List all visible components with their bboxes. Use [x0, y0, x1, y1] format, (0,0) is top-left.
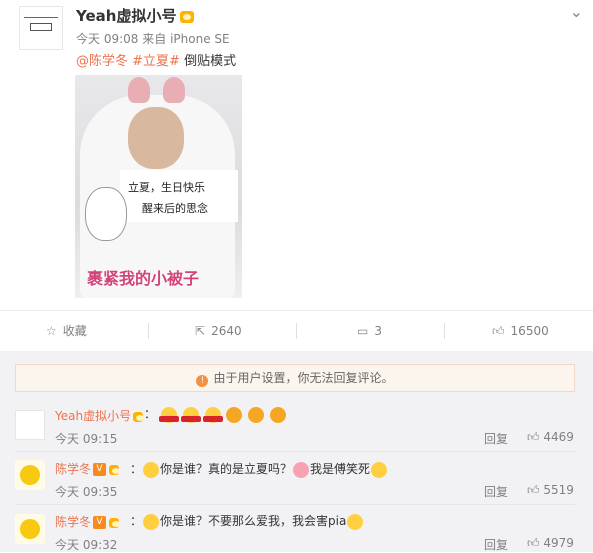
image-ear-left: [128, 77, 150, 103]
reply-button[interactable]: 回复: [484, 483, 508, 500]
divider: [296, 323, 297, 339]
post-image[interactable]: 立夏，生日快乐 醒来后的思念 裹紧我的小被子: [75, 75, 242, 298]
thumbs-up-icon: 👍︎: [527, 536, 540, 550]
image-caption-line1: 立夏，生日快乐: [128, 181, 205, 194]
vip-badge-icon: [109, 464, 121, 475]
username-text: Yeah虚拟小号: [76, 7, 177, 25]
comment-author[interactable]: 陈学冬 V: [55, 513, 121, 530]
source-prefix: 来自: [142, 32, 167, 46]
vip-badge-icon: [133, 411, 145, 422]
comment-avatar[interactable]: [15, 460, 45, 490]
comment-body-2: 我是傅笑死: [310, 462, 371, 476]
comment-time: 今天 09:15: [55, 432, 118, 446]
comment-text: ： 你是谁？真的是立夏吗？ 我是傅笑死: [130, 460, 388, 478]
verified-badge-icon: V: [93, 463, 107, 476]
post-body: 倒贴模式: [184, 54, 237, 69]
comment-like-button[interactable]: 👍︎ 5519: [527, 483, 574, 498]
comment-time: 今天 09:32: [55, 538, 118, 552]
action-bar: ☆ 收藏 ⇱ 2640 ▭ 3 👍︎ 16500: [0, 310, 593, 352]
comment-avatar[interactable]: [15, 410, 45, 440]
image-ear-right: [163, 77, 185, 103]
comment-like-count: 5519: [543, 483, 574, 497]
comment-author-name: 陈学冬: [55, 515, 92, 529]
verified-badge-icon: V: [93, 516, 107, 529]
blush-emoji-icon: [293, 461, 310, 478]
warning-icon: !: [196, 375, 209, 387]
repost-count: 2640: [211, 324, 242, 338]
like-button[interactable]: 👍︎ 16500: [492, 311, 549, 351]
thumbs-up-icon: 👍︎: [527, 483, 540, 497]
emoji-icon: [269, 406, 286, 423]
comment-text: ： 你是谁？不要那么爱我，我会害pia: [130, 512, 364, 530]
comment-avatar[interactable]: [15, 514, 45, 544]
smirk-emoji-icon: [371, 461, 388, 478]
image-caption-line2: 醒来后的思念: [142, 202, 208, 215]
comment-separator: ：: [130, 514, 143, 528]
divider: [444, 323, 445, 339]
comment-separator: ：: [144, 407, 157, 421]
comment-author-name: Yeah虚拟小号: [55, 409, 132, 423]
thumbs-up-icon: 👍︎: [527, 430, 540, 444]
repost-button[interactable]: ⇱ 2640: [195, 311, 242, 351]
smile-emoji-icon: [347, 513, 364, 530]
comment-body: 你是谁？真的是立夏吗？: [160, 462, 293, 476]
favorite-label: 收藏: [62, 324, 87, 338]
hashtag-link[interactable]: #立夏#: [132, 54, 180, 69]
mention-link[interactable]: @陈学冬: [76, 54, 128, 69]
comment-like-button[interactable]: 👍︎ 4979: [527, 536, 574, 551]
reply-button[interactable]: 回复: [484, 430, 508, 447]
post-meta: 今天 09:08 来自 iPhone SE: [76, 30, 230, 47]
cat-emoji-icon: [143, 513, 160, 530]
emoji-icon: [158, 406, 179, 423]
comment-divider: [15, 451, 575, 452]
post-username[interactable]: Yeah虚拟小号: [76, 5, 195, 26]
image-face: [128, 107, 184, 169]
comment-time: 今天 09:35: [55, 485, 118, 499]
comment-button[interactable]: ▭ 3: [357, 311, 382, 351]
comment-icon: ▭: [357, 324, 369, 338]
vip-badge-icon: [109, 517, 121, 528]
comment-separator: ：: [130, 462, 143, 476]
reply-disabled-notice: ! 由于用户设置，你无法回复评论。: [15, 364, 575, 392]
poster-avatar[interactable]: [19, 6, 63, 50]
image-big-caption: 裹紧我的小被子: [87, 269, 200, 288]
comment-like-count: 4979: [543, 536, 574, 550]
repost-icon: ⇱: [195, 324, 206, 338]
cat-emoji-icon: [143, 461, 160, 478]
emoji-icon: [248, 406, 265, 423]
vip-badge-icon: [180, 10, 195, 23]
notice-text: 由于用户设置，你无法回复评论。: [213, 371, 394, 385]
comment-body: 你是谁？不要那么爱我，我会害pia: [160, 514, 347, 528]
thumbs-up-icon: 👍︎: [492, 324, 505, 338]
reply-button[interactable]: 回复: [484, 536, 508, 553]
post-text: @陈学冬 #立夏# 倒贴模式: [76, 50, 236, 69]
comment-author[interactable]: Yeah虚拟小号: [55, 407, 145, 424]
comment-count: 3: [374, 324, 382, 338]
comment-divider: [15, 504, 575, 505]
emoji-icon: [180, 406, 201, 423]
chevron-down-icon[interactable]: ⌄: [570, 2, 583, 21]
favorite-button[interactable]: ☆ 收藏: [46, 311, 87, 351]
like-count: 16500: [510, 324, 549, 338]
comment-author[interactable]: 陈学冬 V: [55, 460, 121, 477]
avatar-drawing: [30, 23, 52, 31]
source-device: iPhone SE: [170, 32, 230, 46]
image-cat-sticker: [85, 187, 127, 241]
avatar-text-line: [24, 17, 58, 18]
comment-text: ：: [144, 405, 287, 423]
comment-author-name: 陈学冬: [55, 462, 92, 476]
emoji-icon: [226, 406, 243, 423]
comment-like-button[interactable]: 👍︎ 4469: [527, 430, 574, 445]
comment-like-count: 4469: [543, 430, 574, 444]
emoji-icon: [202, 406, 223, 423]
star-icon: ☆: [46, 324, 57, 338]
post-timestamp[interactable]: 今天 09:08: [76, 32, 138, 46]
divider: [148, 323, 149, 339]
